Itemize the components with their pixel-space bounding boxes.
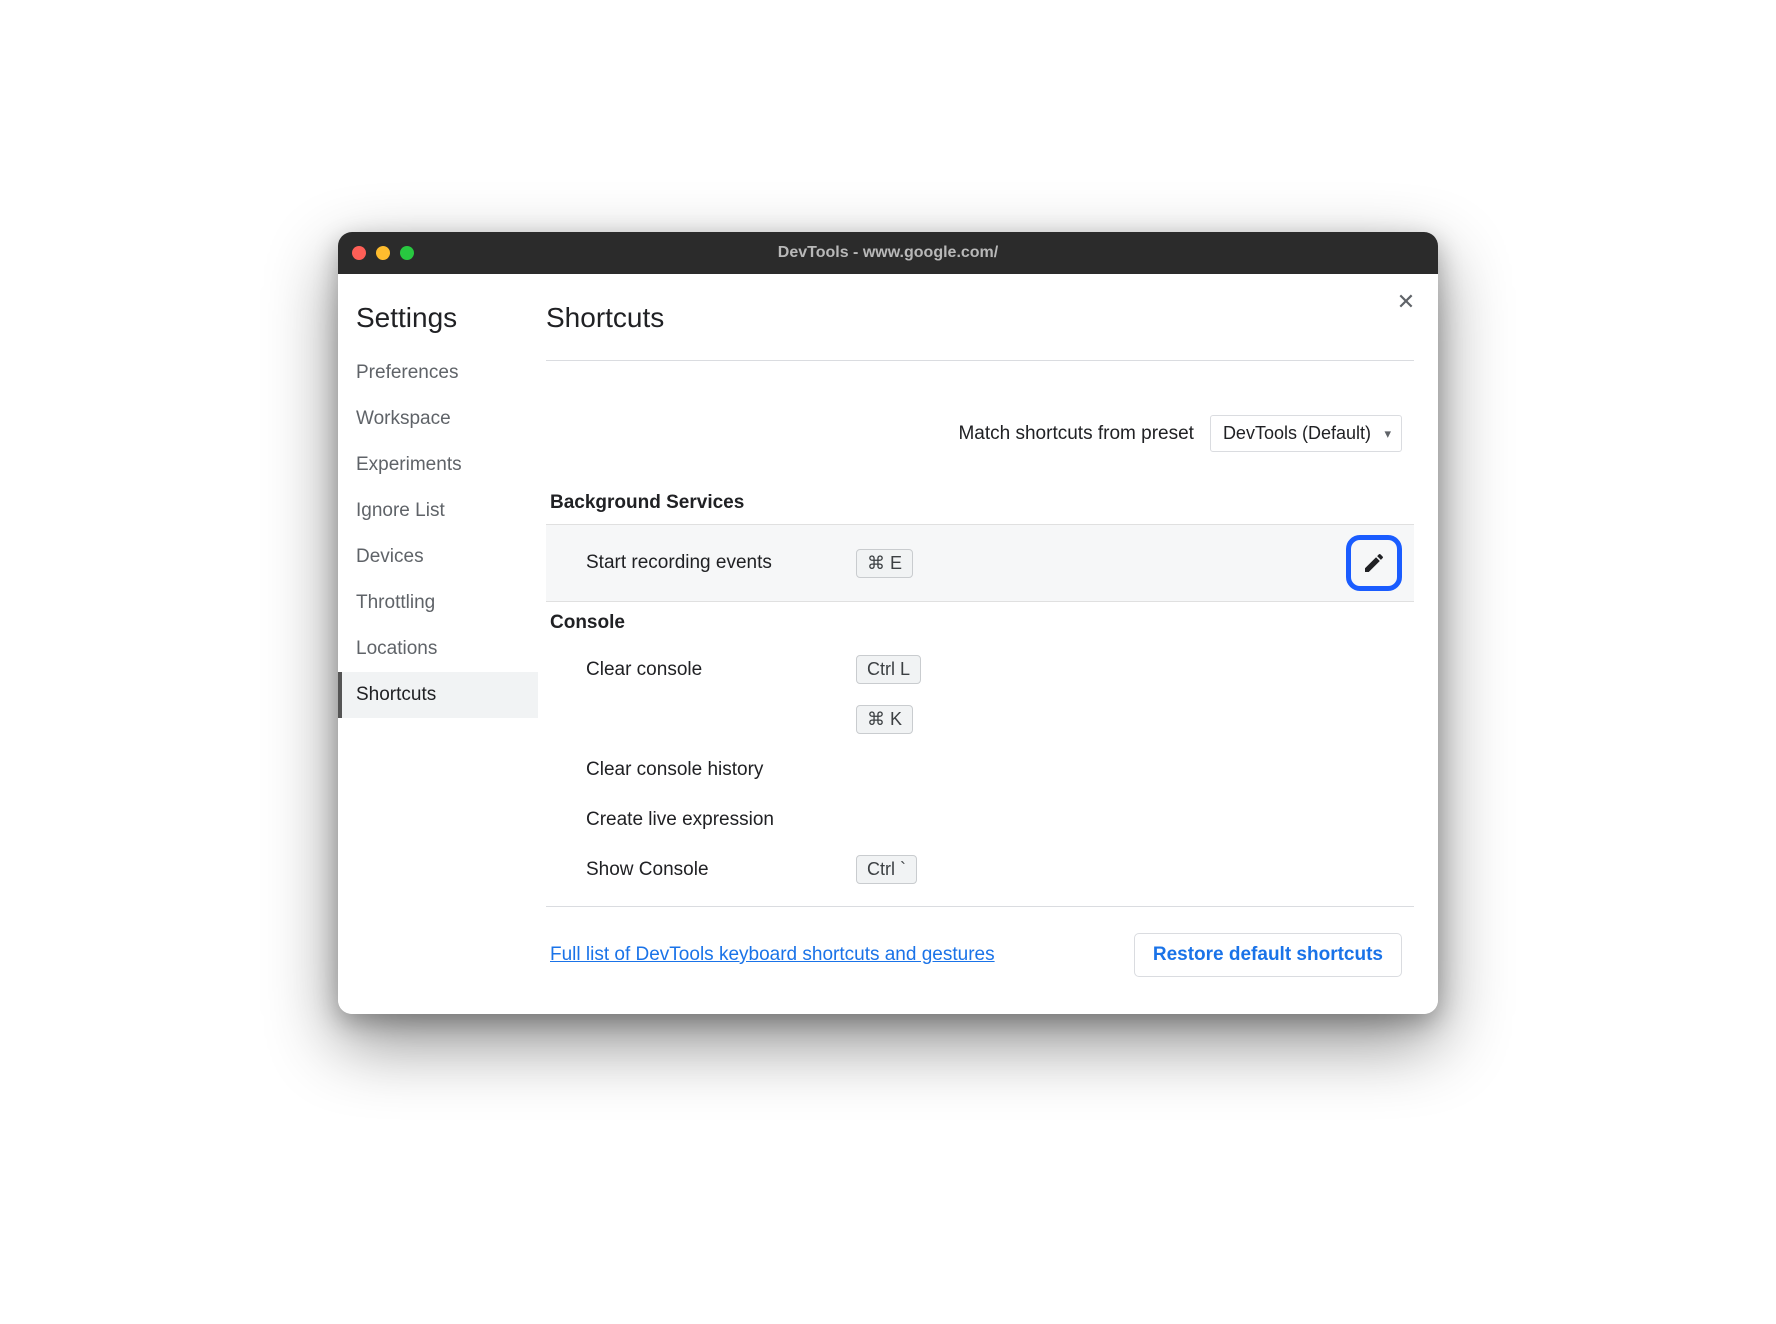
sidebar-item-throttling[interactable]: Throttling <box>338 580 538 626</box>
sidebar-item-preferences[interactable]: Preferences <box>338 350 538 396</box>
shortcut-key: Ctrl L <box>856 655 921 684</box>
page-title: Shortcuts <box>546 302 1414 361</box>
sidebar-heading: Settings <box>338 302 538 350</box>
settings-sidebar: Settings Preferences Workspace Experimen… <box>338 274 538 1014</box>
close-icon: ✕ <box>1397 289 1415 315</box>
shortcut-row-start-recording: Start recording events ⌘ E <box>546 524 1414 602</box>
shortcut-row-show-console: Show Console Ctrl ` <box>546 844 1414 894</box>
app-window: DevTools - www.google.com/ Settings Pref… <box>338 232 1438 1014</box>
section-header-console: Console <box>546 602 1414 644</box>
shortcut-key: ⌘ E <box>856 549 913 578</box>
window-title: DevTools - www.google.com/ <box>338 244 1438 262</box>
shortcut-label: Clear console <box>586 659 856 681</box>
preset-row: Match shortcuts from preset DevTools (De… <box>546 361 1414 482</box>
sidebar-item-devices[interactable]: Devices <box>338 534 538 580</box>
sidebar-item-workspace[interactable]: Workspace <box>338 396 538 442</box>
close-window-button[interactable] <box>352 246 366 260</box>
minimize-window-button[interactable] <box>376 246 390 260</box>
sidebar-item-experiments[interactable]: Experiments <box>338 442 538 488</box>
close-settings-button[interactable]: ✕ <box>1392 288 1420 316</box>
preset-label: Match shortcuts from preset <box>958 423 1193 445</box>
shortcut-key: Ctrl ` <box>856 855 917 884</box>
preset-select[interactable]: DevTools (Default) <box>1210 415 1402 452</box>
shortcut-label: Show Console <box>586 859 856 881</box>
section-header-background-services: Background Services <box>546 482 1414 524</box>
shortcut-label: Clear console history <box>586 759 856 781</box>
shortcut-row-clear-console-history: Clear console history <box>546 744 1414 794</box>
shortcut-label: Create live expression <box>586 809 856 831</box>
shortcut-key: ⌘ K <box>856 705 913 734</box>
preset-value: DevTools (Default) <box>1223 423 1371 444</box>
restore-defaults-button[interactable]: Restore default shortcuts <box>1134 933 1402 977</box>
sidebar-item-shortcuts[interactable]: Shortcuts <box>338 672 538 718</box>
footer-row: Full list of DevTools keyboard shortcuts… <box>546 907 1414 977</box>
sidebar-item-locations[interactable]: Locations <box>338 626 538 672</box>
edit-shortcut-button[interactable] <box>1346 535 1402 591</box>
pencil-icon <box>1362 551 1386 575</box>
full-shortcuts-link[interactable]: Full list of DevTools keyboard shortcuts… <box>550 944 995 966</box>
maximize-window-button[interactable] <box>400 246 414 260</box>
shortcut-row-clear-console-alt: ⌘ K <box>546 694 1414 744</box>
shortcut-label: Start recording events <box>586 552 856 574</box>
main-panel: ✕ Shortcuts Match shortcuts from preset … <box>538 274 1438 1014</box>
shortcut-row-create-live-expression: Create live expression <box>546 794 1414 844</box>
shortcut-row-clear-console: Clear console Ctrl L <box>546 644 1414 694</box>
titlebar: DevTools - www.google.com/ <box>338 232 1438 274</box>
window-controls <box>352 246 414 260</box>
sidebar-item-ignore-list[interactable]: Ignore List <box>338 488 538 534</box>
